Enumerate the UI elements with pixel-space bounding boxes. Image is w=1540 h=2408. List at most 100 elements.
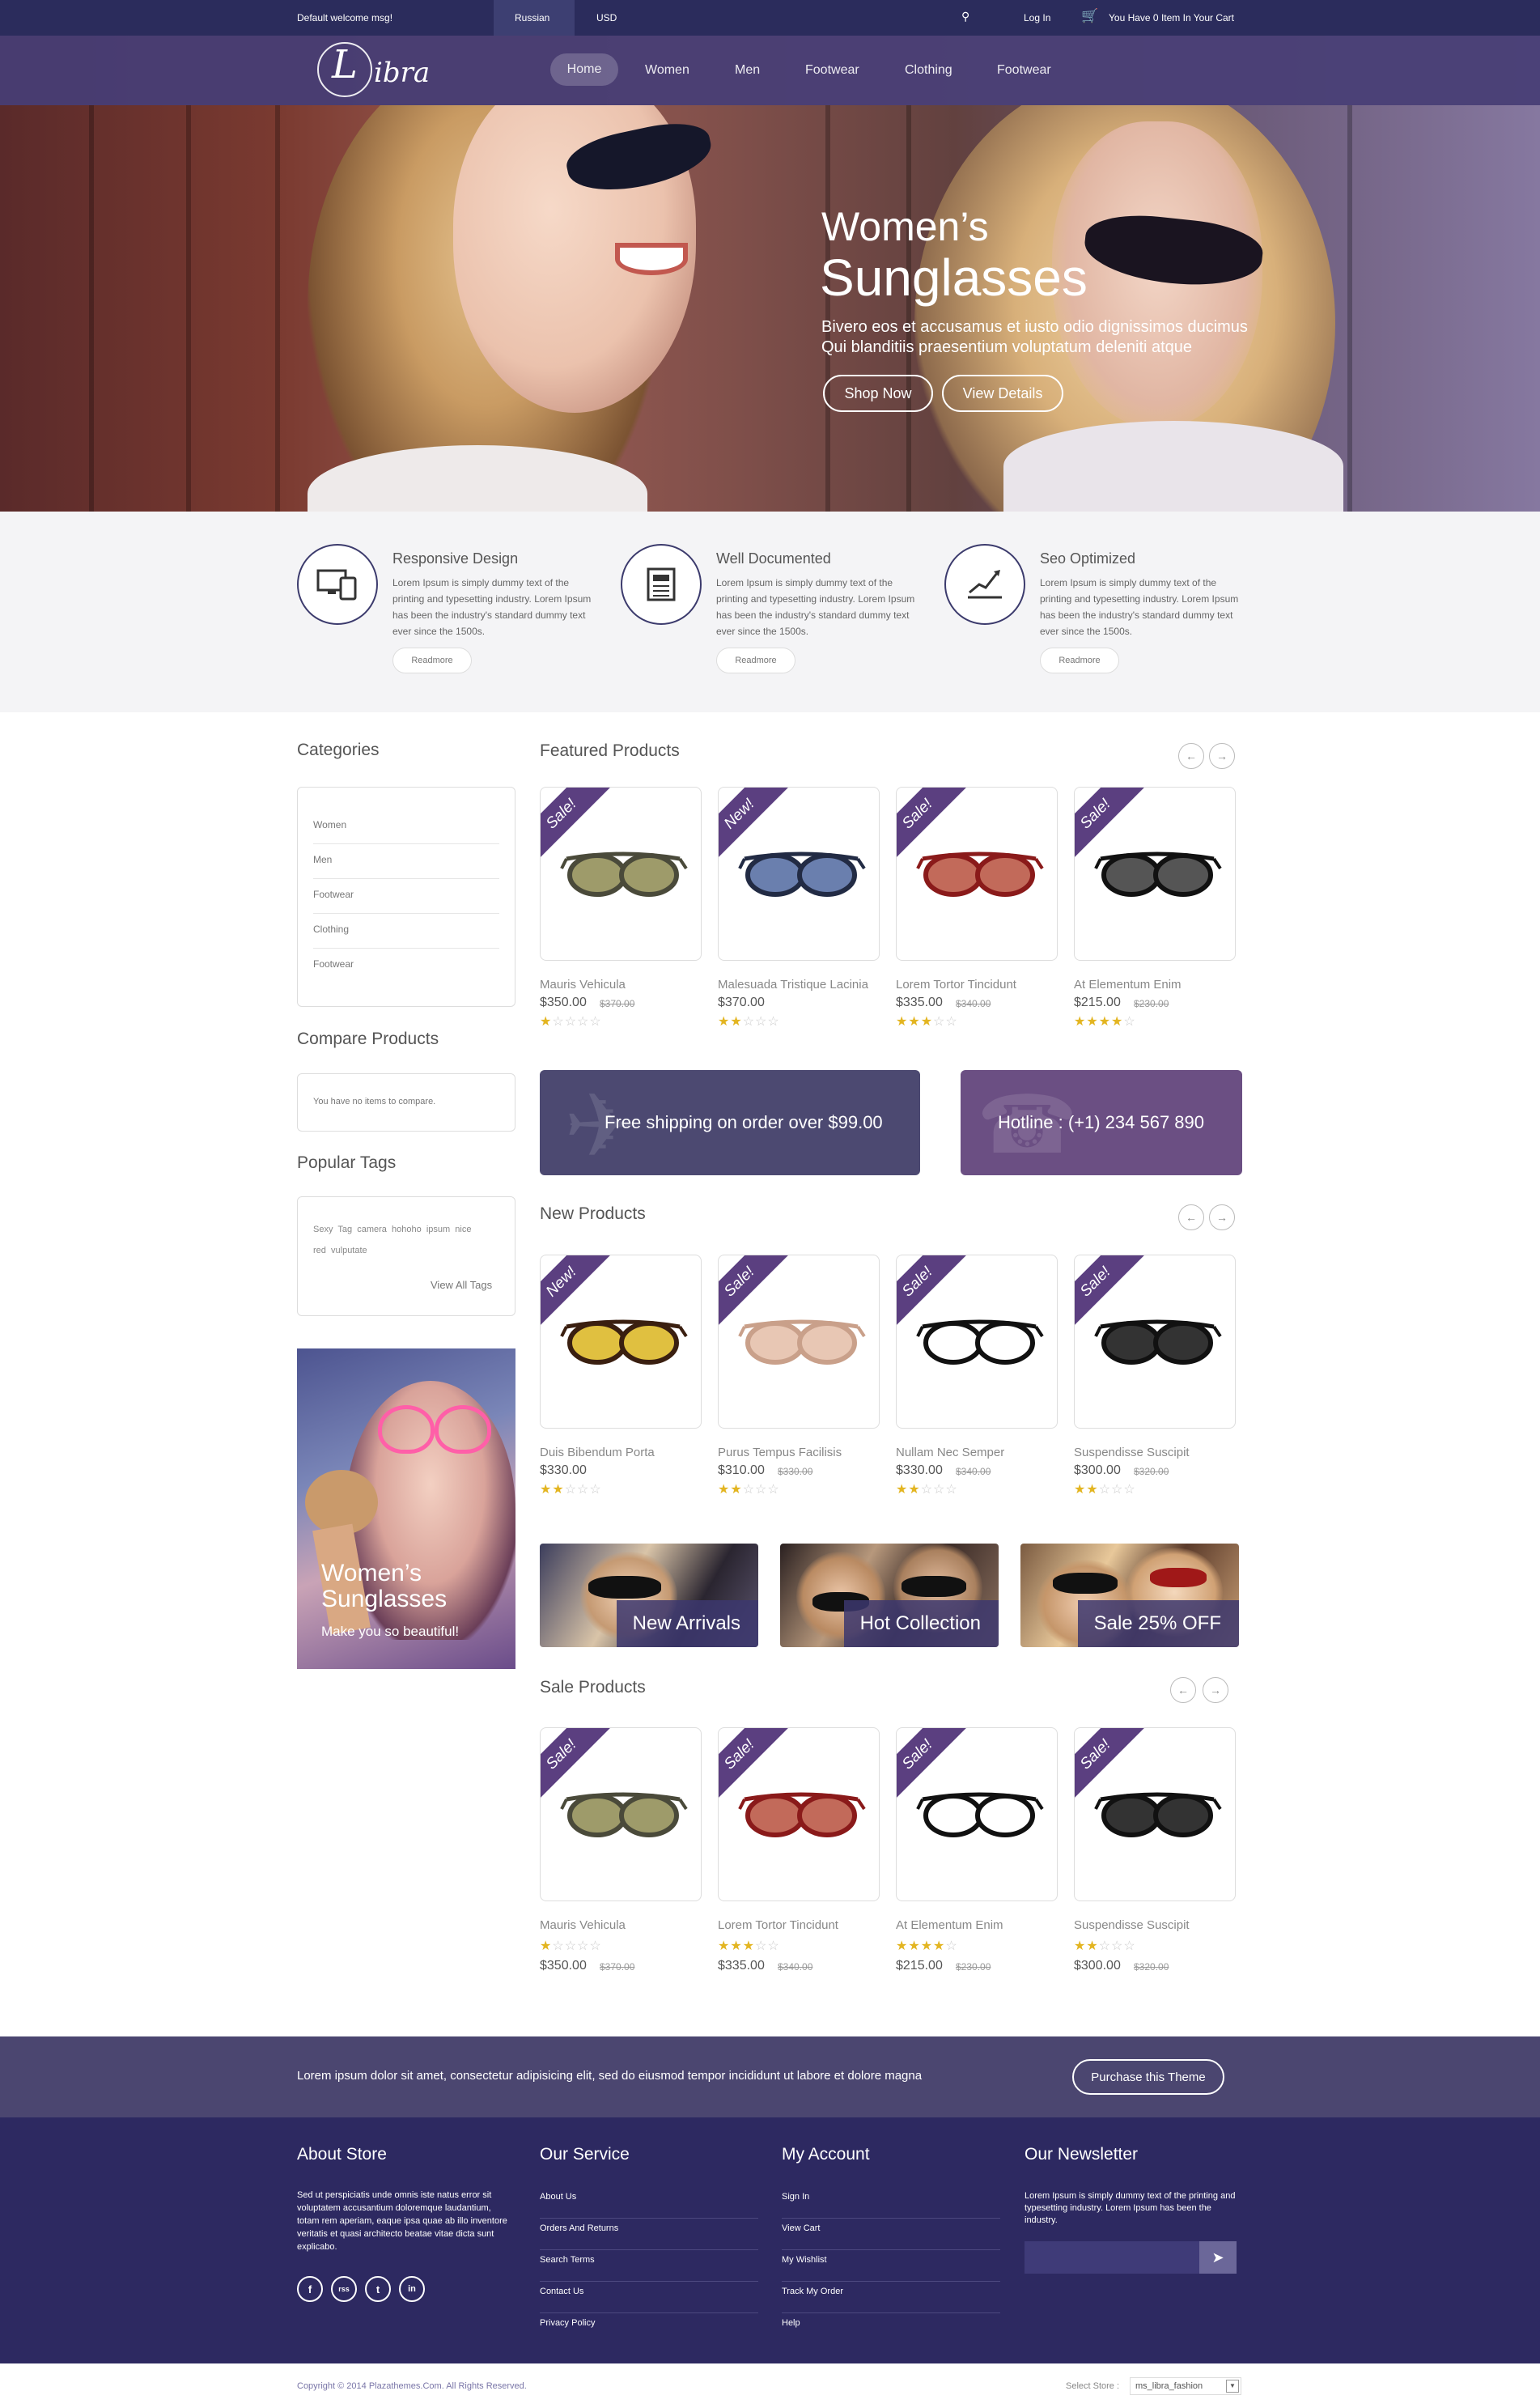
readmore-button-documented[interactable]: Readmore <box>716 648 795 673</box>
promo-subtitle: Make you so beautiful! <box>321 1624 460 1639</box>
nav-home[interactable]: Home <box>550 53 618 86</box>
footer-link-wishlist[interactable]: My Wishlist <box>782 2250 1000 2282</box>
footer-link-about-us[interactable]: About Us <box>540 2187 758 2219</box>
hot-collection-banner[interactable]: Hot Collection <box>780 1544 999 1647</box>
category-women[interactable]: Women <box>313 809 499 844</box>
product-name[interactable]: Suspendisse Suscipit <box>1074 1446 1252 1459</box>
footer-link-contact-us[interactable]: Contact Us <box>540 2282 758 2313</box>
view-details-button[interactable]: View Details <box>942 375 1063 412</box>
product-price: $330.00 <box>896 1463 943 1477</box>
footer-link-track-order[interactable]: Track My Order <box>782 2282 1000 2313</box>
cart-summary[interactable]: You Have 0 Item In Your Cart <box>1109 12 1234 23</box>
product-old-price: $340.00 <box>956 998 991 1009</box>
new-product-card[interactable]: Sale! <box>1074 1255 1236 1429</box>
logo-mark[interactable]: L <box>332 42 358 87</box>
product-name[interactable]: At Elementum Enim <box>1074 978 1252 992</box>
footer-link-sign-in[interactable]: Sign In <box>782 2187 1000 2219</box>
category-footwear-2[interactable]: Footwear <box>313 949 499 983</box>
product-name[interactable]: Duis Bibendum Porta <box>540 1446 718 1459</box>
category-footwear[interactable]: Footwear <box>313 879 499 914</box>
product-name[interactable]: Suspendisse Suscipit <box>1074 1918 1252 1932</box>
new-next-arrow[interactable]: → <box>1209 1204 1235 1230</box>
rss-icon[interactable]: rss <box>331 2276 357 2302</box>
compare-title: Compare Products <box>297 1030 439 1048</box>
featured-product-card[interactable]: Sale! <box>1074 787 1236 961</box>
nav-footwear[interactable]: Footwear <box>805 63 859 78</box>
sale-banner[interactable]: Sale 25% OFF <box>1020 1544 1239 1647</box>
free-shipping-banner[interactable]: ✈ Free shipping on order over $99.00 <box>540 1070 920 1175</box>
rating-stars: ★★☆☆☆ <box>718 1015 780 1029</box>
hero-title: Women’s <box>821 204 989 249</box>
new-product-card[interactable]: Sale! <box>718 1255 880 1429</box>
newsletter-email-input[interactable] <box>1025 2241 1199 2274</box>
sale-next-arrow[interactable]: → <box>1203 1677 1228 1703</box>
language-selector[interactable]: Russian <box>515 12 549 23</box>
tags-line-1[interactable]: Sexy Tag camera hohoho ipsum nice <box>313 1225 471 1234</box>
cart-icon[interactable]: 🛒 <box>1081 8 1098 24</box>
sunglasses-image <box>560 852 688 897</box>
product-name[interactable]: At Elementum Enim <box>896 1918 1074 1932</box>
nav-women[interactable]: Women <box>645 63 689 78</box>
twitter-icon[interactable]: t <box>365 2276 391 2302</box>
new-arrivals-banner[interactable]: New Arrivals <box>540 1544 758 1647</box>
featured-next-arrow[interactable]: → <box>1209 743 1235 769</box>
readmore-button-responsive[interactable]: Readmore <box>392 648 472 673</box>
nav-footwear-2[interactable]: Footwear <box>997 63 1051 78</box>
product-price: $350.00 <box>540 996 587 1009</box>
product-price: $335.00 <box>718 1959 765 1973</box>
currency-selector[interactable]: USD <box>596 12 617 23</box>
footer-link-orders-returns[interactable]: Orders And Returns <box>540 2219 758 2250</box>
product-name[interactable]: Malesuada Tristique Lacinia <box>718 978 896 992</box>
readmore-button-seo[interactable]: Readmore <box>1040 648 1119 673</box>
sale-label: Sale 25% OFF <box>1077 1600 1239 1647</box>
promo-banner[interactable]: Women’s Sunglasses Make you so beautiful… <box>297 1348 515 1669</box>
hotline-banner[interactable]: ☎ Hotline : (+1) 234 567 890 <box>961 1070 1242 1175</box>
footer-link-search-terms[interactable]: Search Terms <box>540 2250 758 2282</box>
new-product-card[interactable]: New! <box>540 1255 702 1429</box>
product-name[interactable]: Nullam Nec Semper <box>896 1446 1074 1459</box>
linkedin-icon[interactable]: in <box>399 2276 425 2302</box>
rating-stars: ★★☆☆☆ <box>1074 1939 1136 1953</box>
newsletter-send-button[interactable]: ➤ <box>1199 2241 1237 2274</box>
featured-product-card[interactable]: Sale! <box>540 787 702 961</box>
footer-link-help[interactable]: Help <box>782 2313 1000 2345</box>
feature-text-seo: Lorem Ipsum is simply dummy text of the … <box>1040 577 1239 637</box>
category-men[interactable]: Men <box>313 844 499 879</box>
product-name[interactable]: Lorem Tortor Tincidunt <box>718 1918 896 1932</box>
product-old-price: $230.00 <box>956 1961 991 1973</box>
sale-product-card[interactable]: Sale! <box>896 1727 1058 1901</box>
footer: About Store Sed ut perspiciatis unde omn… <box>0 2117 1540 2363</box>
product-name[interactable]: Mauris Vehicula <box>540 1918 718 1932</box>
product-name[interactable]: Mauris Vehicula <box>540 978 718 992</box>
rating-stars: ★★★☆☆ <box>718 1939 780 1953</box>
nav-men[interactable]: Men <box>735 63 760 78</box>
select-store-label: Select Store : <box>1066 2381 1120 2391</box>
sale-product-card[interactable]: Sale! <box>1074 1727 1236 1901</box>
logo-text[interactable]: ibra <box>374 57 430 89</box>
featured-prev-arrow[interactable]: ← <box>1178 743 1204 769</box>
sale-product-card[interactable]: Sale! <box>540 1727 702 1901</box>
my-account-title: My Account <box>782 2145 870 2164</box>
category-clothing[interactable]: Clothing <box>313 914 499 949</box>
sunglasses-image <box>560 1792 688 1837</box>
sale-product-card[interactable]: Sale! <box>718 1727 880 1901</box>
new-product-card[interactable]: Sale! <box>896 1255 1058 1429</box>
product-old-price: $340.00 <box>778 1961 813 1973</box>
purchase-theme-button[interactable]: Purchase this Theme <box>1072 2059 1224 2095</box>
view-all-tags-link[interactable]: View All Tags <box>431 1279 492 1291</box>
new-prev-arrow[interactable]: ← <box>1178 1204 1204 1230</box>
nav-clothing[interactable]: Clothing <box>905 63 952 78</box>
featured-product-card[interactable]: Sale! <box>896 787 1058 961</box>
store-select[interactable]: ms_libra_fashion ▼ <box>1130 2377 1241 2395</box>
facebook-icon[interactable]: f <box>297 2276 323 2302</box>
footer-link-privacy-policy[interactable]: Privacy Policy <box>540 2313 758 2345</box>
shop-now-button[interactable]: Shop Now <box>823 375 933 412</box>
sale-prev-arrow[interactable]: ← <box>1170 1677 1196 1703</box>
product-name[interactable]: Purus Tempus Facilisis <box>718 1446 896 1459</box>
footer-link-view-cart[interactable]: View Cart <box>782 2219 1000 2250</box>
login-link[interactable]: Log In <box>1024 12 1050 23</box>
search-icon[interactable]: ⚲ <box>961 10 969 23</box>
tags-line-2[interactable]: red vulputate <box>313 1246 367 1255</box>
product-name[interactable]: Lorem Tortor Tincidunt <box>896 978 1074 992</box>
featured-product-card[interactable]: New! <box>718 787 880 961</box>
